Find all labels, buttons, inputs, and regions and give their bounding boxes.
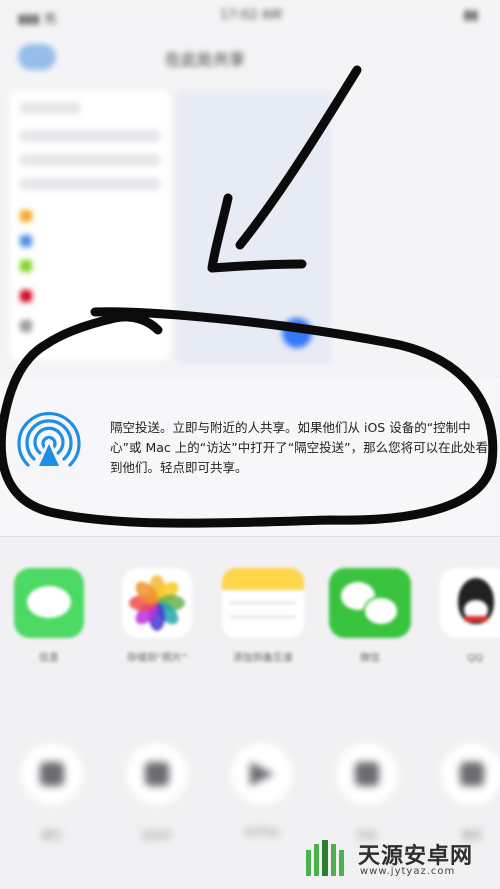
status-battery: ▮▮ (463, 8, 478, 23)
airplay-icon (231, 743, 293, 805)
slideshow-icon (126, 743, 188, 805)
status-bar: ▮▮▮ 充 17:02 AM ▮▮ (0, 0, 500, 32)
app-label: 微信 (360, 653, 380, 664)
action-label: 拷贝 (42, 831, 62, 842)
app-label: 添加到备忘录 (233, 653, 293, 664)
action-label: AirPlay (244, 827, 280, 838)
section-divider (0, 536, 500, 537)
airdrop-section: 隔空投送。立即与附近的人共享。如果他们从 iOS 设备的“控制中心”或 Mac … (0, 378, 500, 536)
app-label: QQ (467, 653, 483, 664)
screenshot-thumbnail-left[interactable] (10, 90, 170, 360)
wechat-icon (329, 568, 411, 638)
action-print[interactable]: 打印 (327, 743, 407, 842)
share-app-messages[interactable]: 信息 (6, 568, 92, 665)
action-label: 幻灯片 (142, 831, 172, 842)
share-app-qq[interactable]: QQ (432, 568, 500, 665)
watermark: 天源安卓网 www.jytyaz.com (302, 836, 498, 884)
thumb-row (20, 178, 160, 190)
selected-check-icon (282, 318, 312, 348)
photos-icon (122, 568, 192, 638)
watermark-logo-icon (306, 840, 344, 876)
status-signal: ▮▮▮ 充 (18, 12, 57, 27)
status-time: 17:02 AM (220, 8, 282, 23)
thumb-icon (20, 320, 32, 332)
airdrop-icon (17, 411, 81, 467)
print-icon (336, 743, 398, 805)
thumb-row (20, 102, 80, 114)
action-airplay[interactable]: AirPlay (222, 743, 302, 838)
messages-icon (14, 568, 84, 638)
nav-bar: 在此处共享 (0, 36, 500, 80)
airdrop-description: 隔空投送。立即与附近的人共享。如果他们从 iOS 设备的“控制中心”或 Mac … (110, 420, 489, 475)
share-app-notes[interactable]: 添加到备忘录 (220, 568, 306, 665)
share-sheet: 隔空投送。立即与附近的人共享。如果他们从 iOS 设备的“控制中心”或 Mac … (0, 378, 500, 889)
back-button[interactable] (18, 44, 56, 70)
share-apps-row: 信息 存储到“照片” 添加到备忘录 微信 QQ (0, 568, 500, 693)
background-app-screen: ▮▮▮ 充 17:02 AM ▮▮ 在此处共享 (0, 0, 500, 380)
qq-icon (440, 568, 500, 638)
copy-icon (21, 743, 83, 805)
thumb-icon (20, 290, 32, 302)
action-more[interactable]: 更多 (432, 743, 500, 842)
action-copy[interactable]: 拷贝 (12, 743, 92, 842)
share-app-wechat[interactable]: 微信 (327, 568, 413, 665)
action-slideshow[interactable]: 幻灯片 (117, 743, 197, 842)
app-label: 存储到“照片” (126, 653, 188, 664)
thumb-row (20, 130, 160, 142)
thumb-icon (20, 260, 32, 272)
app-label: 信息 (39, 653, 59, 664)
notes-icon (222, 568, 304, 638)
thumb-icon (20, 210, 32, 222)
nav-title: 在此处共享 (165, 50, 246, 69)
thumb-icon (20, 235, 32, 247)
more-icon (441, 743, 500, 805)
share-app-photos[interactable]: 存储到“照片” (114, 568, 200, 665)
watermark-url: www.jytyaz.com (360, 866, 456, 877)
thumb-row (20, 154, 160, 166)
